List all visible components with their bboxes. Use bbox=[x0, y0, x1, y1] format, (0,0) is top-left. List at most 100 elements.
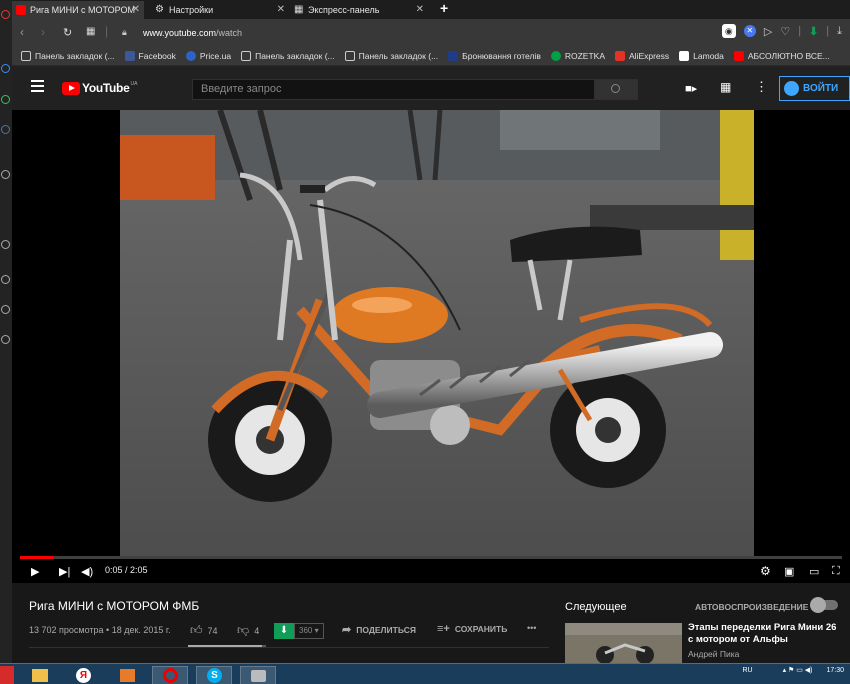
download-icon[interactable]: ⬇ bbox=[809, 25, 818, 38]
explorer-icon[interactable] bbox=[22, 666, 58, 684]
bookmark-item[interactable]: АБСОЛЮТНО ВСЕ... bbox=[733, 50, 830, 61]
yandex-icon[interactable]: Я bbox=[66, 666, 102, 684]
more-vert-icon[interactable]: ⋮ bbox=[755, 79, 768, 95]
bookmark-item[interactable]: Панель закладок (... bbox=[21, 50, 115, 61]
autoplay-toggle[interactable] bbox=[810, 597, 838, 613]
youtube-icon bbox=[733, 50, 744, 61]
share-button[interactable]: ➦ ПОДЕЛИТЬСЯ bbox=[342, 623, 416, 636]
downloads-icon[interactable]: ⤓ bbox=[837, 25, 842, 38]
tab-youtube[interactable]: Рига МИНИ с МОТОРОМ ✕ bbox=[12, 1, 144, 19]
heart-icon[interactable]: ♡ bbox=[780, 25, 790, 38]
bookmark-item[interactable]: Price.ua bbox=[185, 50, 231, 61]
tab-settings[interactable]: ⚙ Настройки ✕ bbox=[151, 1, 289, 19]
opera-icon[interactable] bbox=[152, 666, 188, 684]
tab-express-panel[interactable]: ▦ Экспресс-панель ✕ bbox=[290, 1, 428, 19]
youtube-header: YouTube UA Введите запрос ■▸ ▦ ⋮ ВОЙТИ bbox=[12, 66, 850, 110]
bookmark-item[interactable]: AliExpress bbox=[615, 50, 669, 61]
send-icon[interactable]: ▷ bbox=[764, 25, 772, 38]
thumbs-up-icon: 👍︎ bbox=[190, 623, 203, 637]
language-indicator[interactable]: RU bbox=[742, 667, 752, 674]
speed-dial-icon[interactable] bbox=[1, 170, 10, 179]
forward-icon[interactable]: › bbox=[41, 25, 45, 39]
side-icon[interactable] bbox=[1, 10, 10, 19]
menu-icon[interactable] bbox=[31, 80, 44, 95]
settings-icon[interactable]: ⚙ bbox=[760, 564, 771, 578]
messenger-icon[interactable] bbox=[1, 64, 10, 73]
close-icon[interactable]: ✕ bbox=[416, 4, 424, 15]
back-icon[interactable]: ‹ bbox=[20, 25, 24, 39]
vk-icon[interactable] bbox=[1, 125, 10, 134]
more-actions-button[interactable]: ••• bbox=[527, 623, 536, 633]
bookmark-label: АБСОЛЮТНО ВСЕ... bbox=[747, 50, 830, 61]
player-controls: ▶ ▶| ◀) 0:05 / 2:05 ⚙ ▣ ▭ ⛶ bbox=[12, 559, 850, 583]
media-player-icon[interactable] bbox=[110, 666, 146, 684]
tiles-icon[interactable]: ▦ bbox=[86, 26, 95, 37]
recommended-channel[interactable]: Андрей Пика bbox=[688, 649, 739, 659]
share-label: ПОДЕЛИТЬСЯ bbox=[356, 624, 416, 635]
recommended-thumbnail[interactable] bbox=[565, 623, 682, 663]
video-title: Рига МИНИ с МОТОРОМ ФМБ bbox=[29, 599, 200, 613]
folder-icon bbox=[241, 50, 252, 61]
screen: Рига МИНИ с МОТОРОМ ✕ ⚙ Настройки ✕ ▦ Эк… bbox=[0, 0, 850, 684]
recommended-title[interactable]: Этапы переделки Рига Мини 26 с мотором о… bbox=[688, 622, 838, 646]
clock-icon[interactable] bbox=[1, 335, 10, 344]
playlist-add-icon: ≡+ bbox=[437, 623, 450, 635]
bookmark-item[interactable]: Панель закладок (... bbox=[241, 50, 335, 61]
opera-logo-icon bbox=[163, 668, 178, 683]
bookmark-item[interactable]: Панель закладок (... bbox=[344, 50, 438, 61]
start-button[interactable] bbox=[0, 666, 14, 684]
bookmark-item[interactable]: ROZETKA bbox=[550, 50, 605, 61]
skype-logo-icon: S bbox=[207, 668, 222, 683]
thumbnail-image bbox=[565, 623, 682, 663]
tray-icons[interactable]: ▴ ⚑ ▭ ◀) bbox=[783, 667, 813, 674]
download-button[interactable]: ⬇ 360 ▾ bbox=[274, 623, 324, 639]
whatsapp-icon[interactable] bbox=[1, 95, 10, 104]
bookmark-item[interactable]: Facebook bbox=[124, 50, 176, 61]
logo-text: YouTube bbox=[82, 81, 130, 95]
bookmark-label: Facebook bbox=[138, 50, 176, 61]
close-icon[interactable]: ✕ bbox=[277, 4, 285, 15]
extensions-icon[interactable] bbox=[1, 305, 10, 314]
next-icon[interactable]: ▶| bbox=[59, 565, 70, 578]
camera-icon[interactable]: ◉ bbox=[721, 24, 736, 38]
search-button[interactable] bbox=[595, 79, 638, 100]
bookmarks-icon[interactable] bbox=[1, 275, 10, 284]
bookmark-label: Панель закладок (... bbox=[255, 50, 335, 61]
miniplayer-icon[interactable]: ▣ bbox=[784, 565, 794, 578]
history-icon[interactable] bbox=[1, 240, 10, 249]
divider: | bbox=[798, 25, 802, 37]
apps-icon[interactable]: ▦ bbox=[720, 80, 731, 94]
vpn-icon[interactable]: ✕ bbox=[743, 25, 756, 37]
volume-icon[interactable]: ◀) bbox=[81, 565, 93, 578]
tab-bar: Рига МИНИ с МОТОРОМ ✕ ⚙ Настройки ✕ ▦ Эк… bbox=[12, 0, 850, 19]
dislike-button[interactable]: 👎︎ 4 bbox=[237, 623, 259, 638]
camera-app-icon[interactable] bbox=[240, 666, 276, 684]
like-button[interactable]: 👍︎ 74 bbox=[190, 623, 218, 638]
download-icon: ⬇ bbox=[274, 623, 294, 639]
theater-mode-icon[interactable]: ▭ bbox=[809, 565, 819, 578]
close-icon[interactable]: ✕ bbox=[132, 4, 140, 15]
fullscreen-icon[interactable]: ⛶ bbox=[832, 565, 840, 578]
create-video-icon[interactable]: ■▸ bbox=[685, 82, 697, 95]
up-next-heading: Следующее bbox=[565, 601, 627, 613]
reload-icon[interactable]: ↻ bbox=[63, 26, 72, 39]
skype-icon[interactable]: S bbox=[196, 666, 232, 684]
url-field[interactable]: www.youtube.com/watch bbox=[143, 28, 242, 38]
new-tab-button[interactable]: + bbox=[440, 0, 448, 16]
download-quality[interactable]: 360 ▾ bbox=[294, 623, 324, 639]
search-input[interactable]: Введите запрос bbox=[192, 79, 595, 100]
bookmark-item[interactable]: Бронювання готелів bbox=[448, 50, 541, 61]
divider bbox=[29, 647, 549, 648]
clock[interactable]: 17:30 bbox=[826, 667, 844, 674]
signin-button[interactable]: ВОЙТИ bbox=[779, 76, 850, 101]
rozetka-icon bbox=[550, 50, 561, 61]
account-icon bbox=[784, 81, 799, 96]
bookmark-item[interactable]: Lamoda bbox=[679, 50, 724, 61]
play-icon[interactable]: ▶ bbox=[31, 565, 39, 578]
video-player[interactable]: ▶ ▶| ◀) 0:05 / 2:05 ⚙ ▣ ▭ ⛶ bbox=[12, 110, 850, 583]
url-path: /watch bbox=[216, 28, 243, 38]
bookmark-label: Бронювання готелів bbox=[462, 50, 541, 61]
youtube-logo[interactable]: YouTube UA bbox=[62, 81, 137, 95]
save-button[interactable]: ≡+ СОХРАНИТЬ bbox=[437, 623, 507, 635]
share-icon: ➦ bbox=[342, 624, 352, 636]
